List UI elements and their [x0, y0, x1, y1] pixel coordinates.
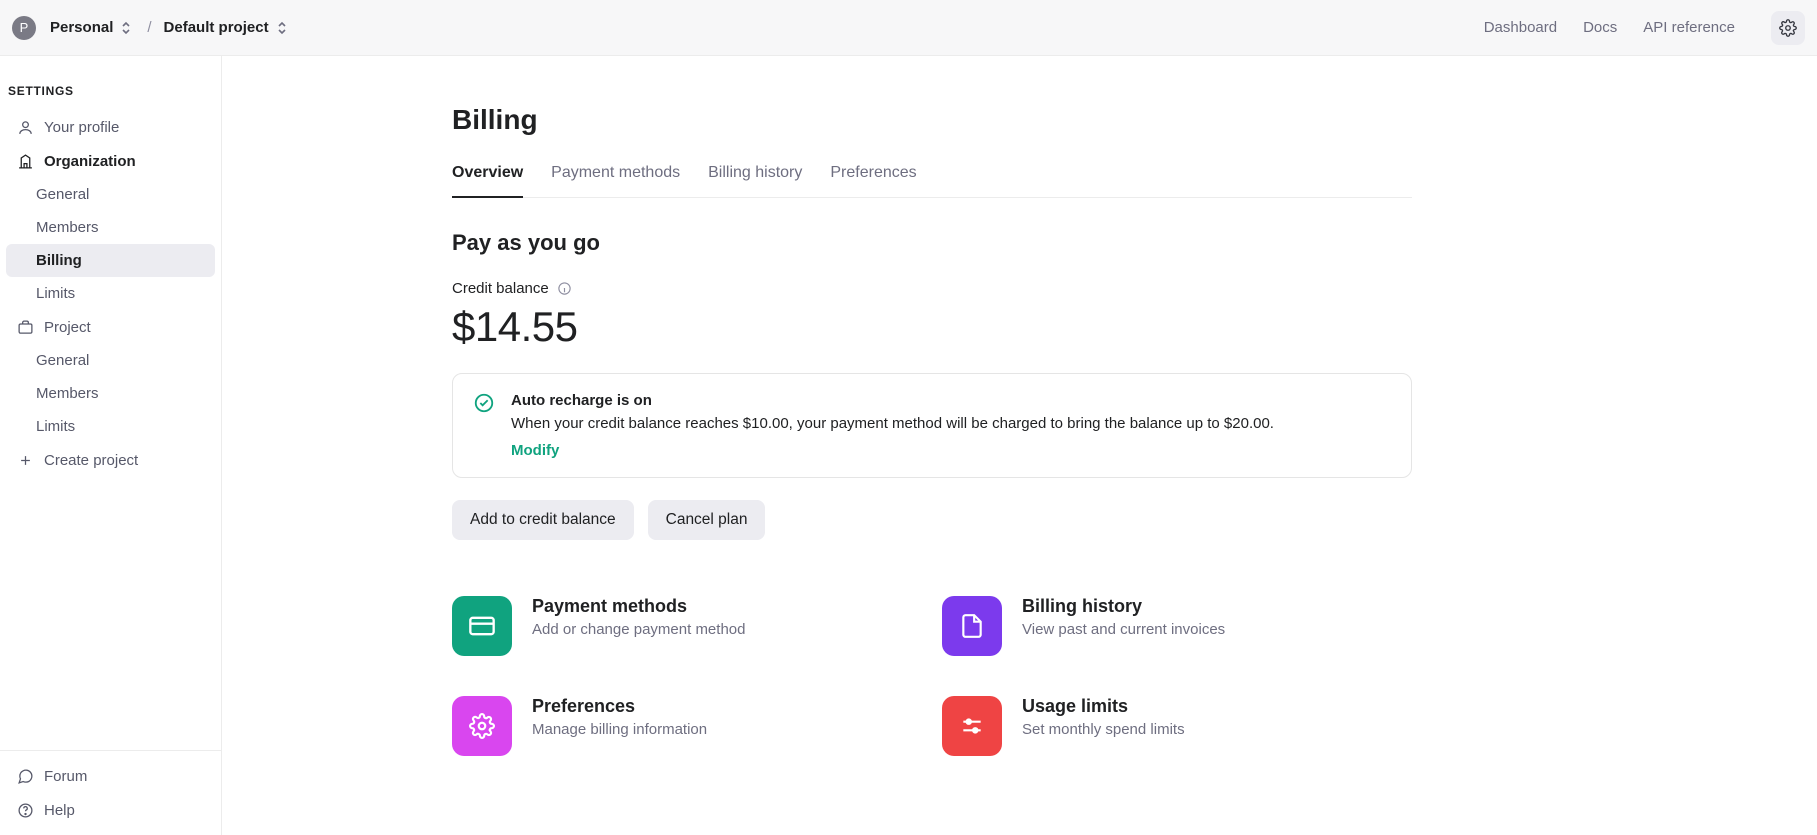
- card-title: Auto recharge is on: [511, 392, 1274, 409]
- tab-overview[interactable]: Overview: [452, 164, 523, 198]
- gear-icon: [452, 696, 512, 756]
- sidebar-item-organization[interactable]: Organization: [6, 144, 215, 178]
- sidebar-item-label: General: [36, 186, 89, 203]
- balance-label-row: Credit balance: [452, 280, 1412, 297]
- sidebar-item-forum[interactable]: Forum: [6, 759, 215, 793]
- tab-preferences[interactable]: Preferences: [830, 164, 916, 198]
- modify-link[interactable]: Modify: [511, 442, 559, 459]
- tiles-grid: Payment methods Add or change payment me…: [452, 596, 1412, 756]
- tab-billing-history[interactable]: Billing history: [708, 164, 802, 198]
- tab-payment-methods[interactable]: Payment methods: [551, 164, 680, 198]
- breadcrumb: P Personal / Default project: [12, 15, 293, 41]
- tile-description: Set monthly spend limits: [1022, 721, 1185, 738]
- nav-docs[interactable]: Docs: [1583, 19, 1617, 36]
- sidebar-item-proj-limits[interactable]: Limits: [6, 410, 215, 443]
- sidebar-item-label: Help: [44, 802, 75, 819]
- tile-payment-methods[interactable]: Payment methods Add or change payment me…: [452, 596, 922, 656]
- breadcrumb-workspace[interactable]: Personal: [48, 15, 137, 41]
- briefcase-icon: [16, 318, 34, 336]
- sidebar-item-label: Create project: [44, 452, 138, 469]
- nav-dashboard[interactable]: Dashboard: [1484, 19, 1557, 36]
- tile-title: Usage limits: [1022, 696, 1185, 717]
- chevron-updown-icon: [273, 19, 291, 37]
- user-icon: [16, 118, 34, 136]
- tile-preferences[interactable]: Preferences Manage billing information: [452, 696, 922, 756]
- sliders-icon: [942, 696, 1002, 756]
- gear-icon: [1779, 19, 1797, 37]
- sidebar-item-label: Organization: [44, 153, 136, 170]
- workspace-avatar[interactable]: P: [12, 16, 36, 40]
- sidebar-item-org-billing[interactable]: Billing: [6, 244, 215, 277]
- tile-title: Payment methods: [532, 596, 745, 617]
- tile-title: Billing history: [1022, 596, 1225, 617]
- sidebar-item-org-members[interactable]: Members: [6, 211, 215, 244]
- sidebar: SETTINGS Your profile Organization Gener…: [0, 56, 222, 835]
- card-icon: [452, 596, 512, 656]
- balance-label: Credit balance: [452, 280, 549, 297]
- sidebar-item-label: Forum: [44, 768, 87, 785]
- sidebar-item-proj-general[interactable]: General: [6, 344, 215, 377]
- sidebar-footer: Forum Help: [0, 750, 221, 835]
- sidebar-item-label: Project: [44, 319, 91, 336]
- sidebar-item-project[interactable]: Project: [6, 310, 215, 344]
- card-description: When your credit balance reaches $10.00,…: [511, 415, 1274, 432]
- nav-api-reference[interactable]: API reference: [1643, 19, 1735, 36]
- tile-title: Preferences: [532, 696, 707, 717]
- sidebar-item-label: Limits: [36, 285, 75, 302]
- sidebar-item-label: General: [36, 352, 89, 369]
- topbar: P Personal / Default project Dashboard D…: [0, 0, 1817, 56]
- info-icon[interactable]: [557, 281, 572, 296]
- check-circle-icon: [473, 392, 495, 459]
- tile-billing-history[interactable]: Billing history View past and current in…: [942, 596, 1412, 656]
- sidebar-item-help[interactable]: Help: [6, 793, 215, 827]
- sidebar-heading: SETTINGS: [0, 76, 221, 110]
- breadcrumb-project[interactable]: Default project: [162, 15, 293, 41]
- settings-button[interactable]: [1771, 11, 1805, 45]
- page-title: Billing: [452, 104, 1412, 136]
- tile-description: Add or change payment method: [532, 621, 745, 638]
- help-icon: [16, 801, 34, 819]
- sidebar-item-create-project[interactable]: Create project: [6, 443, 215, 477]
- sidebar-item-label: Your profile: [44, 119, 119, 136]
- tile-usage-limits[interactable]: Usage limits Set monthly spend limits: [942, 696, 1412, 756]
- sidebar-item-label: Members: [36, 385, 99, 402]
- breadcrumb-separator: /: [143, 19, 155, 36]
- section-title: Pay as you go: [452, 230, 1412, 256]
- top-nav: Dashboard Docs API reference: [1484, 11, 1805, 45]
- sidebar-item-label: Members: [36, 219, 99, 236]
- sidebar-item-profile[interactable]: Your profile: [6, 110, 215, 144]
- sidebar-item-proj-members[interactable]: Members: [6, 377, 215, 410]
- tile-description: View past and current invoices: [1022, 621, 1225, 638]
- button-row: Add to credit balance Cancel plan: [452, 500, 1412, 540]
- sidebar-item-org-general[interactable]: General: [6, 178, 215, 211]
- chevron-updown-icon: [117, 19, 135, 37]
- add-credit-button[interactable]: Add to credit balance: [452, 500, 634, 540]
- breadcrumb-project-label: Default project: [164, 19, 269, 36]
- plus-icon: [16, 451, 34, 469]
- chat-icon: [16, 767, 34, 785]
- cancel-plan-button[interactable]: Cancel plan: [648, 500, 766, 540]
- balance-amount: $14.55: [452, 303, 1412, 351]
- file-icon: [942, 596, 1002, 656]
- sidebar-item-label: Billing: [36, 252, 82, 269]
- main-content: Billing Overview Payment methods Billing…: [222, 56, 1817, 835]
- sidebar-item-label: Limits: [36, 418, 75, 435]
- auto-recharge-card: Auto recharge is on When your credit bal…: [452, 373, 1412, 478]
- tile-description: Manage billing information: [532, 721, 707, 738]
- building-icon: [16, 152, 34, 170]
- sidebar-item-org-limits[interactable]: Limits: [6, 277, 215, 310]
- tabs: Overview Payment methods Billing history…: [452, 164, 1412, 198]
- breadcrumb-workspace-label: Personal: [50, 19, 113, 36]
